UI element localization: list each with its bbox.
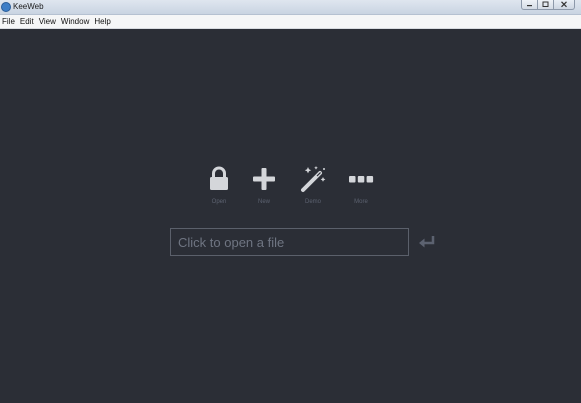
minimize-button[interactable] bbox=[521, 0, 538, 10]
open-label: Open bbox=[211, 199, 227, 205]
title-bar[interactable]: KeeWeb bbox=[0, 0, 581, 15]
window-controls bbox=[521, 0, 575, 10]
open-view: Open New Demo More Click to open a file bbox=[0, 29, 581, 403]
new-label: New bbox=[257, 199, 270, 205]
demo-button[interactable]: Demo bbox=[295, 165, 331, 205]
new-button[interactable]: New bbox=[246, 165, 282, 205]
app-window: KeeWeb File Edit View Window Help Open N… bbox=[0, 0, 581, 403]
open-file-input[interactable] bbox=[170, 228, 409, 256]
maximize-button[interactable] bbox=[537, 0, 554, 10]
menu-file[interactable]: File bbox=[0, 15, 18, 28]
more-button[interactable]: More bbox=[343, 165, 379, 205]
more-icon bbox=[349, 176, 374, 183]
menu-help[interactable]: Help bbox=[92, 15, 113, 28]
menu-bar: File Edit View Window Help bbox=[0, 15, 581, 29]
close-icon bbox=[561, 1, 567, 8]
magic-wand-icon bbox=[301, 166, 326, 192]
open-actions: Open New Demo More bbox=[200, 165, 390, 205]
lock-icon bbox=[210, 166, 228, 190]
menu-edit[interactable]: Edit bbox=[18, 15, 37, 28]
menu-window[interactable]: Window bbox=[59, 15, 92, 28]
keeweb-app-icon bbox=[1, 2, 11, 12]
open-button[interactable]: Open bbox=[201, 165, 237, 205]
window-title: KeeWeb bbox=[13, 2, 44, 11]
plus-icon bbox=[253, 168, 275, 190]
minimize-icon bbox=[527, 5, 532, 7]
demo-label: Demo bbox=[304, 199, 321, 205]
menu-view[interactable]: View bbox=[37, 15, 59, 28]
more-label: More bbox=[354, 199, 368, 205]
maximize-icon bbox=[542, 1, 549, 7]
enter-icon[interactable] bbox=[418, 235, 436, 249]
close-button[interactable] bbox=[553, 0, 575, 10]
